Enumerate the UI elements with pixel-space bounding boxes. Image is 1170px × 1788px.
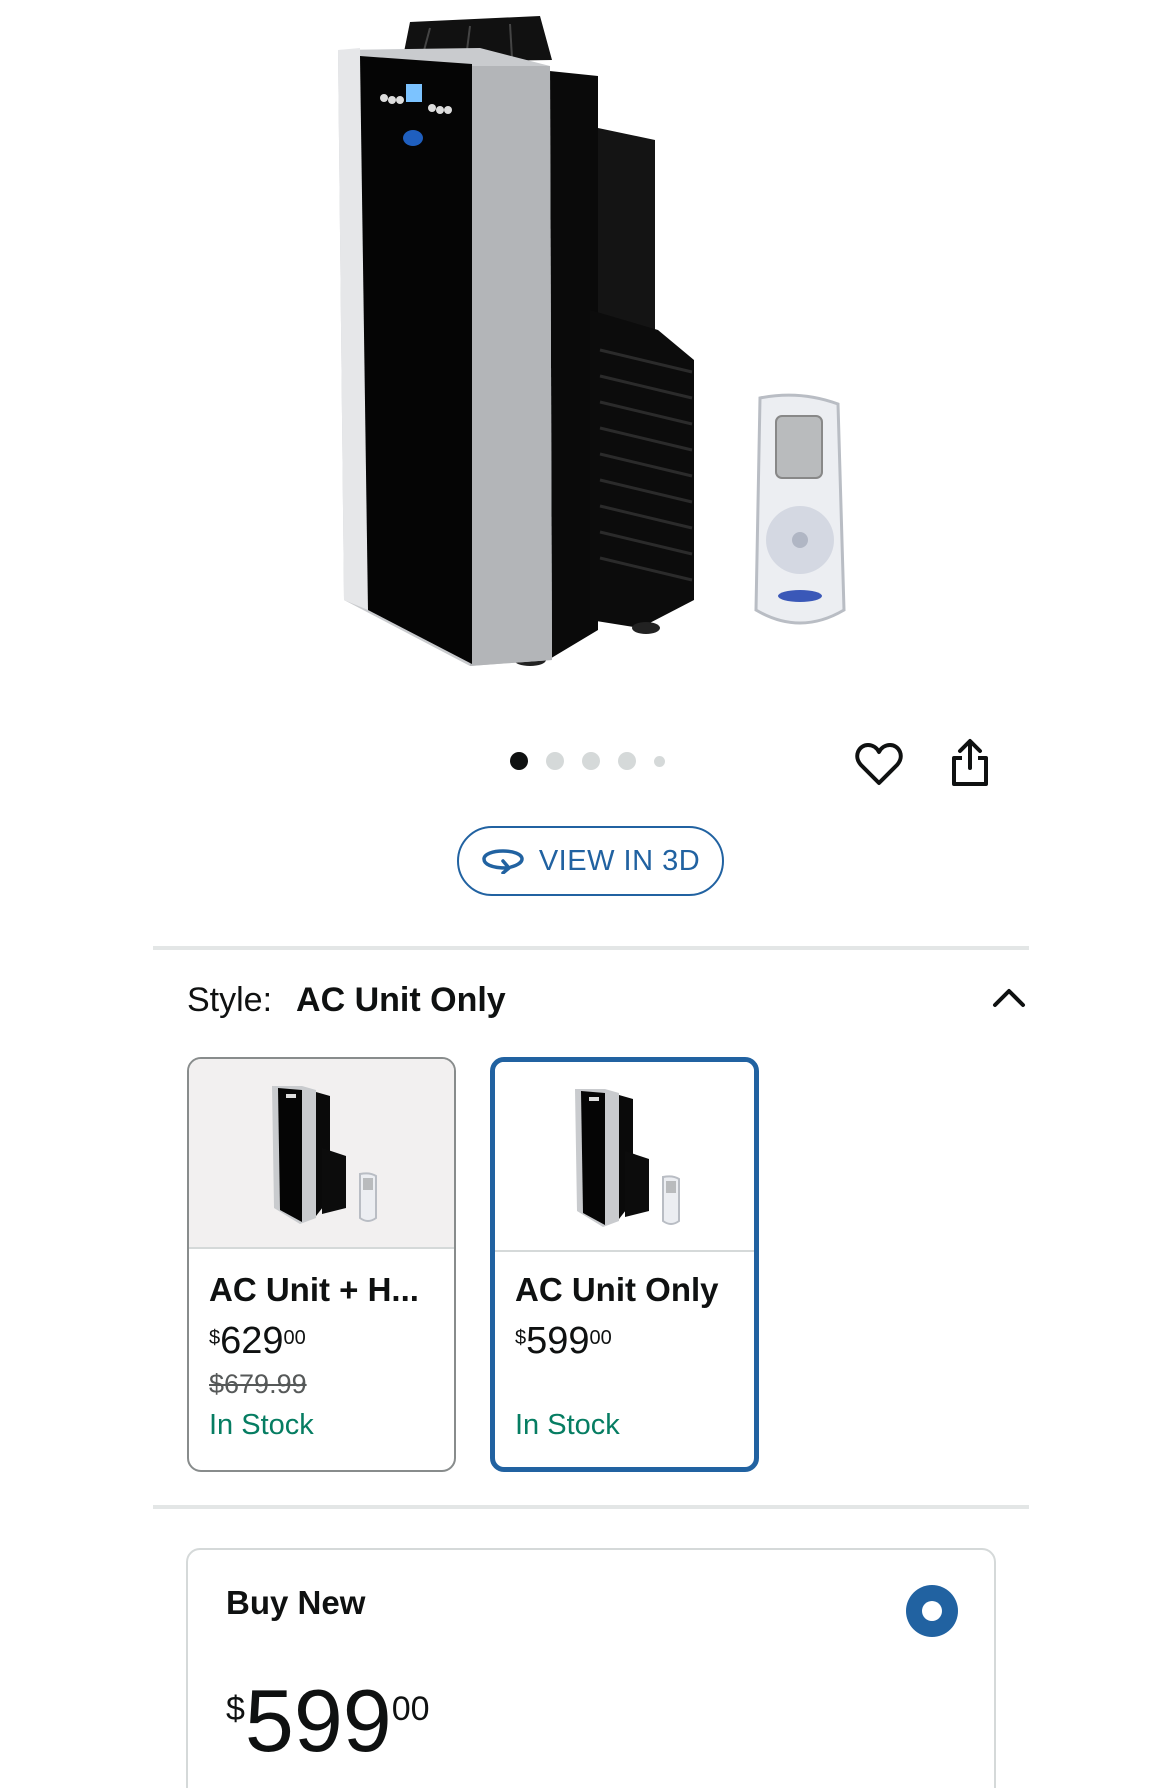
price-fraction: 00: [589, 1327, 612, 1349]
style-option-name: AC Unit + H...: [209, 1271, 419, 1308]
price-whole: 599: [526, 1320, 590, 1362]
style-option-price: $ 599 00: [515, 1321, 734, 1361]
air-conditioner-illustration: [338, 16, 846, 666]
list-price: $679.99: [209, 1369, 307, 1399]
buy-new-radio[interactable]: [906, 1585, 958, 1637]
product-image[interactable]: [0, 0, 1170, 720]
style-option-thumbnail: [189, 1059, 454, 1249]
carousel-dot-2[interactable]: [546, 752, 564, 770]
buy-new-price: $ 599 00: [226, 1676, 430, 1766]
share-icon: [952, 739, 988, 786]
list-price: [515, 1369, 734, 1401]
price-whole: 599: [244, 1671, 392, 1770]
style-selected-value: AC Unit Only: [296, 980, 506, 1019]
style-label: Style:: [187, 980, 273, 1019]
style-option-name: AC Unit Only: [515, 1271, 719, 1308]
price-fraction: 00: [283, 1327, 306, 1349]
carousel-dot-1[interactable]: [510, 752, 528, 770]
view-in-3d-button[interactable]: VIEW IN 3D: [457, 826, 724, 896]
price-symbol: $: [226, 1690, 245, 1728]
stock-status: In Stock: [515, 1409, 620, 1441]
chevron-up-icon[interactable]: [989, 979, 1029, 1019]
price-fraction: 00: [391, 1690, 430, 1728]
buy-new-card[interactable]: Buy New $ 599 00: [186, 1548, 996, 1788]
buy-new-title: Buy New: [226, 1584, 366, 1621]
style-option-price: $ 629 00: [209, 1321, 434, 1361]
carousel-dot-3[interactable]: [582, 752, 600, 770]
rotate-3d-icon: [482, 849, 524, 874]
style-selector-header[interactable]: Style: AC Unit Only: [187, 975, 1029, 1025]
carousel-indicator: [510, 752, 665, 770]
divider: [153, 946, 1029, 950]
price-symbol: $: [515, 1327, 527, 1349]
carousel-dot-5[interactable]: [654, 755, 665, 767]
style-option-thumbnail: [495, 1062, 754, 1252]
product-thumbnail-image: [574, 1089, 680, 1227]
style-option-ac-unit-only[interactable]: AC Unit Only $ 599 00 In Stock: [490, 1057, 759, 1472]
price-whole: 629: [220, 1320, 284, 1362]
price-symbol: $: [209, 1327, 221, 1349]
divider: [153, 1505, 1029, 1509]
heart-icon: [855, 743, 903, 785]
view-in-3d-label: VIEW IN 3D: [538, 844, 701, 877]
stock-status: In Stock: [209, 1409, 314, 1441]
radio-dot-icon: [922, 1601, 942, 1621]
carousel-dot-4[interactable]: [618, 752, 636, 770]
favorite-button[interactable]: [851, 737, 907, 793]
product-thumbnail-image: [271, 1086, 377, 1224]
style-option-ac-unit-heater[interactable]: AC Unit + H... $ 629 00 $679.99 In Stock: [187, 1057, 456, 1472]
share-button[interactable]: [942, 735, 998, 791]
